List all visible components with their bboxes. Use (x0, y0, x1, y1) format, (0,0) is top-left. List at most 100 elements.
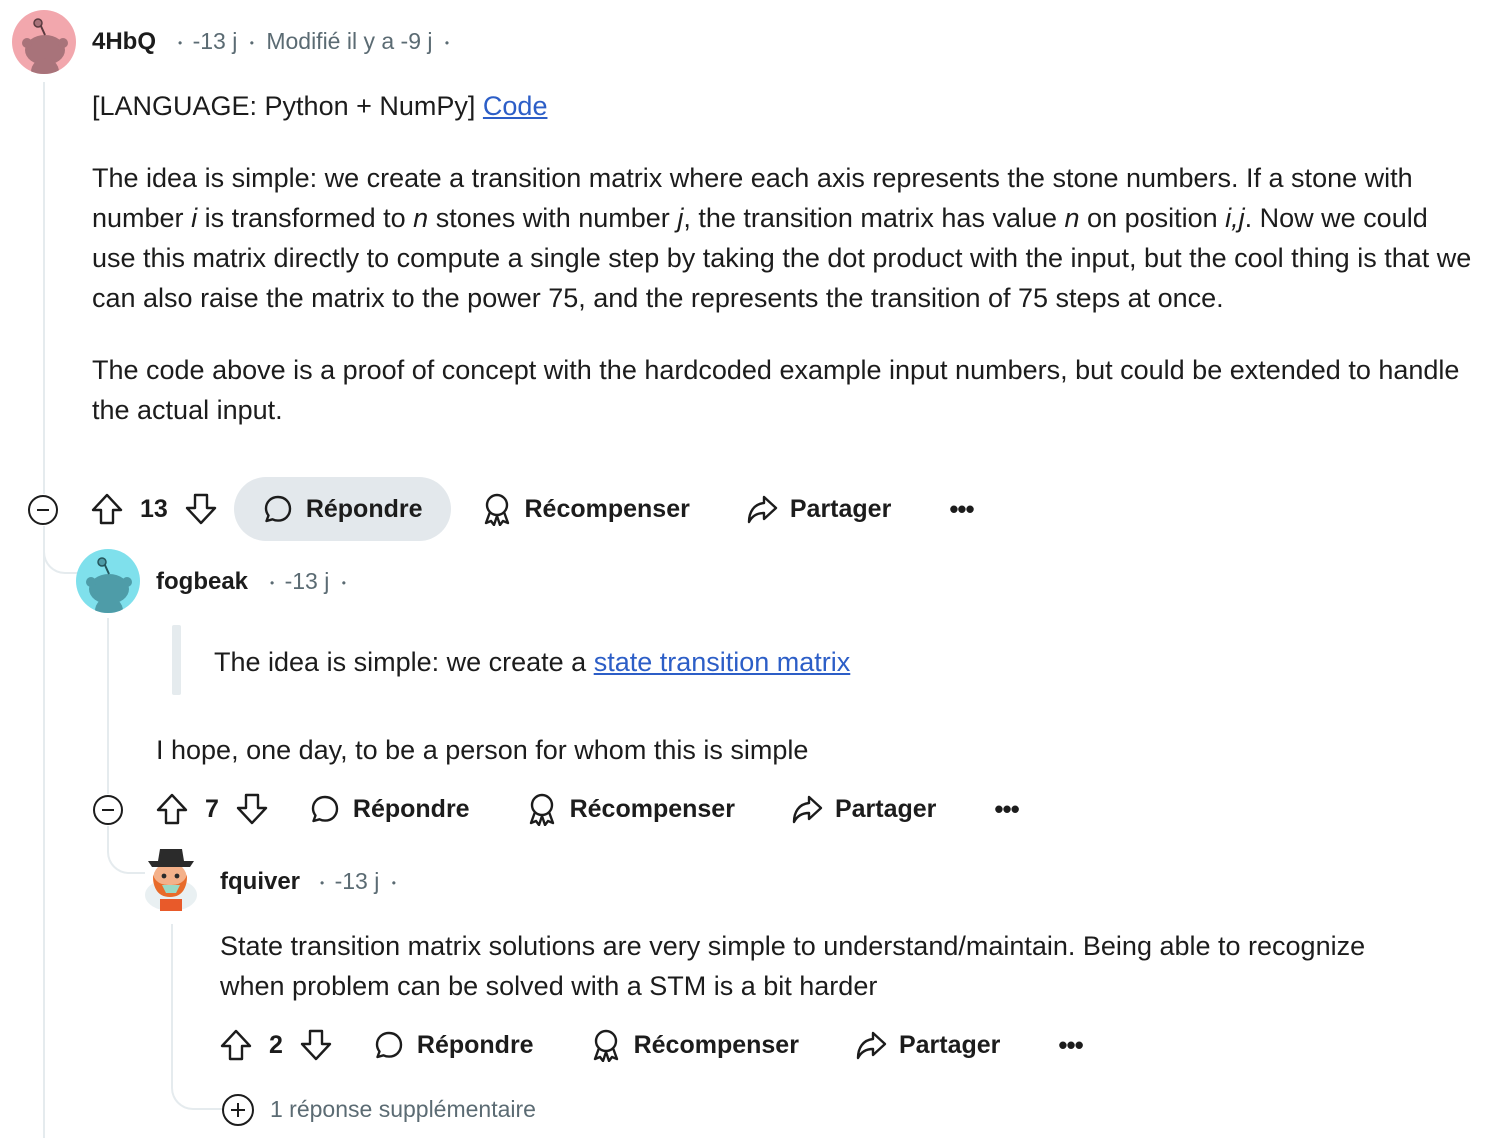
upvote-icon (91, 493, 123, 525)
downvote-icon (300, 1029, 332, 1061)
award-button[interactable]: Récompenser (481, 492, 690, 526)
more-replies-link[interactable]: 1 réponse supplémentaire (270, 1096, 536, 1123)
share-icon (856, 1031, 887, 1060)
reply-button[interactable]: Répondre (373, 1029, 534, 1061)
award-icon (593, 1029, 618, 1062)
text-run: stones with number (428, 203, 678, 233)
vote-count: 7 (205, 794, 219, 823)
state-transition-matrix-link[interactable]: state transition matrix (594, 647, 851, 677)
blockquote: The idea is simple: we create a state tr… (214, 642, 1414, 682)
blockquote-bar (172, 625, 181, 695)
text-run: i,j (1225, 203, 1245, 233)
meta-separator: • (178, 35, 183, 50)
more-options-button[interactable]: ••• (1058, 1030, 1083, 1061)
more-options-button[interactable]: ••• (994, 794, 1019, 825)
edited-label: Modifié il y a -9 j (266, 28, 433, 54)
share-button[interactable]: Partager (791, 793, 936, 825)
paragraph: The code above is a proof of concept wit… (92, 355, 1460, 425)
comment-actions: 13 Répondre Récompenser Partager ••• (90, 477, 975, 541)
comment-author[interactable]: fquiver (220, 868, 300, 896)
comment-author[interactable]: 4HbQ (92, 28, 156, 56)
comment-actions: 2 Répondre Récompenser Partager ••• (219, 1013, 1084, 1077)
award-label: Récompenser (569, 794, 735, 823)
comment-actions: 7 Répondre Récompenser Partager ••• (155, 777, 1020, 841)
comment-icon (375, 1031, 403, 1059)
share-icon (792, 795, 823, 824)
downvote-button[interactable] (184, 492, 218, 526)
meta-separator: • (320, 875, 325, 890)
reply-label: Répondre (352, 794, 470, 823)
upvote-button[interactable] (155, 792, 189, 826)
meta-separator: • (341, 575, 346, 590)
text-run: n (1064, 203, 1080, 233)
comment-age[interactable]: -13 j (285, 568, 330, 594)
comment-body: State transition matrix solutions are ve… (220, 931, 1366, 1001)
expand-replies-icon[interactable] (222, 1094, 254, 1126)
thread-line-root-lower[interactable] (43, 526, 45, 1138)
comment-meta: • -13 j • Modifié il y a -9 j • (178, 28, 449, 55)
paragraph: The idea is simple: we create a transiti… (92, 158, 1472, 318)
reply-label: Répondre (416, 1030, 534, 1059)
reply-label: Répondre (305, 494, 423, 523)
comment-icon (311, 795, 339, 823)
vote-count: 13 (140, 494, 168, 523)
upvote-icon (220, 1029, 252, 1061)
upvote-button[interactable] (90, 492, 124, 526)
thread-connector (43, 526, 79, 574)
comment-icon (264, 495, 292, 523)
award-icon (529, 793, 554, 826)
award-button[interactable]: Récompenser (590, 1028, 799, 1062)
thread-line-fquiver[interactable] (171, 924, 173, 1074)
reply-button[interactable]: Répondre (233, 477, 451, 541)
downvote-icon (185, 493, 217, 525)
share-label: Partager (789, 494, 892, 523)
comment-author[interactable]: fogbeak (156, 568, 248, 596)
comment-age[interactable]: -13 j (335, 868, 380, 894)
code-link[interactable]: Code (483, 91, 548, 121)
share-button[interactable]: Partager (855, 1029, 1000, 1061)
collapse-button[interactable] (93, 795, 123, 825)
avatar[interactable] (76, 549, 140, 613)
downvote-icon (236, 793, 268, 825)
share-button[interactable]: Partager (746, 493, 891, 525)
text-run: on position (1079, 203, 1226, 233)
upvote-button[interactable] (219, 1028, 253, 1062)
meta-separator: • (444, 35, 450, 50)
comment-body: [LANGUAGE: Python + NumPy] Code The idea… (92, 86, 1472, 430)
comment-age[interactable]: -13 j (193, 28, 238, 54)
meta-separator: • (249, 35, 254, 50)
custom-avatar-icon (145, 849, 197, 911)
comment-body: I hope, one day, to be a person for whom… (156, 735, 809, 765)
meta-separator: • (391, 875, 396, 890)
reply-button[interactable]: Répondre (309, 793, 470, 825)
thread-line-fogbeak[interactable] (107, 618, 109, 794)
downvote-button[interactable] (235, 792, 269, 826)
award-label: Récompenser (524, 494, 690, 523)
vote-count: 2 (269, 1030, 283, 1059)
share-label: Partager (834, 794, 937, 823)
language-line: [LANGUAGE: Python + NumPy] Code (92, 86, 1472, 126)
avatar[interactable] (140, 845, 202, 911)
thread-line-root[interactable] (43, 82, 45, 494)
quote-text: The idea is simple: we create a (214, 647, 594, 677)
meta-separator: • (270, 575, 275, 590)
text-run: , the transition matrix has value (683, 203, 1065, 233)
award-icon (484, 493, 509, 526)
downvote-button[interactable] (299, 1028, 333, 1062)
text-run: is transformed to (197, 203, 414, 233)
award-button[interactable]: Récompenser (526, 792, 735, 826)
more-options-button[interactable]: ••• (949, 494, 974, 525)
comment-meta: • -13 j • (270, 568, 346, 595)
avatar[interactable] (12, 10, 76, 74)
upvote-icon (156, 793, 188, 825)
comment-meta: • -13 j • (320, 868, 396, 895)
snoo-avatar-icon (22, 18, 68, 74)
text-run: n (413, 203, 429, 233)
language-label: [LANGUAGE: Python + NumPy] (92, 91, 476, 121)
snoo-avatar-icon (86, 557, 132, 613)
thread-connector (171, 1060, 223, 1110)
collapse-button[interactable] (28, 495, 58, 525)
award-label: Récompenser (633, 1030, 799, 1059)
share-icon (747, 495, 778, 524)
share-label: Partager (898, 1030, 1001, 1059)
